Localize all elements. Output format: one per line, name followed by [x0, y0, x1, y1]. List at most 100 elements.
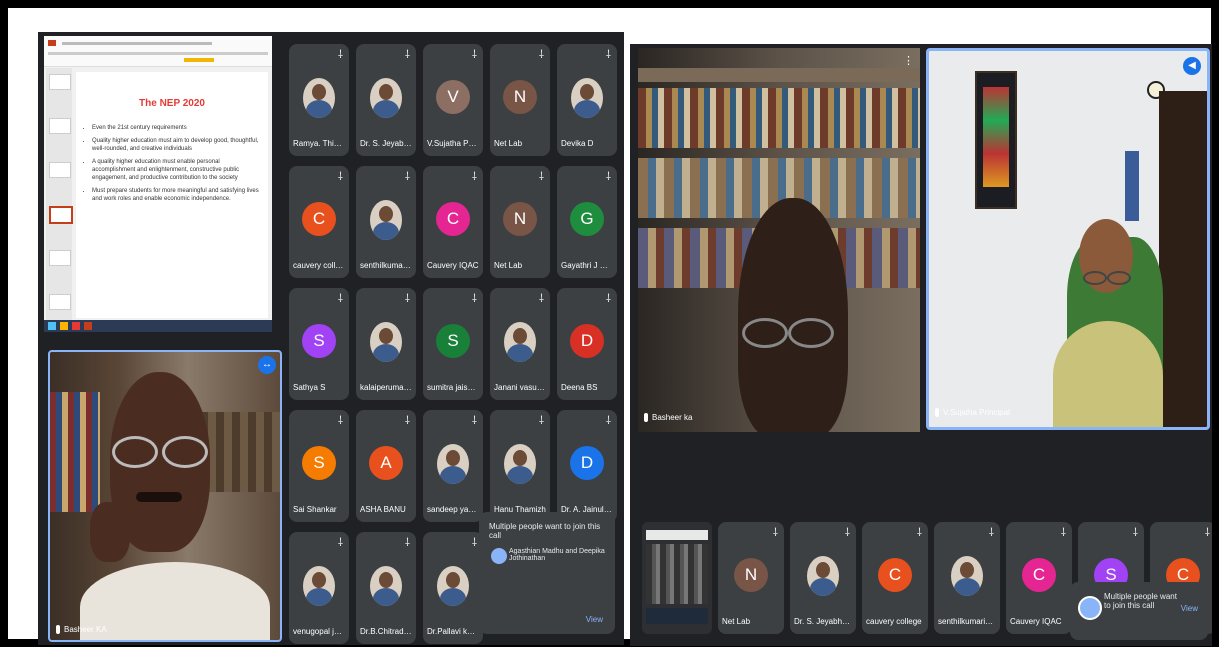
participant-tile[interactable]: ⸸ V V.Sujatha Princip...	[423, 44, 483, 156]
shared-presentation: The NEP 2020 Even the 21st century requi…	[44, 36, 272, 332]
participant-tile[interactable]: ⸸ Dr. S. Jeyabharat...	[356, 44, 416, 156]
main-video-left[interactable]: ⋮ Basheer ka	[638, 48, 920, 432]
participant-tile[interactable]: ⸸ senthilkumaris En...	[934, 522, 1000, 634]
avatar: S	[436, 324, 470, 358]
mic-muted-icon: ⸸	[538, 171, 544, 183]
avatar-photo	[807, 556, 839, 596]
participant-name: ASHA BANU	[360, 505, 406, 514]
main-video-right[interactable]: ◀ V.Sujatha Principal	[926, 48, 1210, 430]
participant-name: Net Lab	[494, 139, 523, 148]
participant-name: V.Sujatha Princip...	[427, 139, 479, 148]
mic-muted-icon: ⸸	[404, 293, 410, 305]
avatar: S	[302, 324, 336, 358]
mic-muted-icon: ⸸	[404, 415, 410, 427]
participant-name: senthilkumaris E...	[360, 261, 412, 270]
participant-tile[interactable]: ⸸ senthilkumaris E...	[356, 166, 416, 278]
pin-icon[interactable]: ◀	[1183, 57, 1201, 75]
participant-name: cauvery college	[293, 261, 345, 270]
participant-name: kalaiperumal se...	[360, 383, 412, 392]
view-button[interactable]: View	[586, 615, 603, 624]
participant-name: Dr. S. Jeyabharathi...	[794, 617, 852, 626]
participant-tile[interactable]: ⸸ Ccauvery college	[289, 166, 349, 278]
participant-name: Deena BS	[561, 383, 598, 392]
avatar-photo	[951, 556, 983, 596]
mic-muted-icon: ⸸	[605, 49, 611, 61]
participant-tile[interactable]: ⸸ Devika D	[557, 44, 617, 156]
mic-muted-icon: ⸸	[1204, 527, 1210, 539]
avatar-photo	[504, 322, 536, 362]
participant-name: Net Lab	[722, 617, 751, 626]
participant-tile[interactable]: ⸸ Dr.Pallavi kunda...	[423, 532, 483, 644]
screen-share-thumbnail[interactable]	[642, 522, 712, 634]
avatar: N	[734, 558, 768, 592]
more-options-icon[interactable]: ⋮	[903, 54, 914, 67]
participant-tile[interactable]: ⸸ S Sathya S	[289, 288, 349, 400]
participant-tile[interactable]: ⸸ N Net Lab	[490, 44, 550, 156]
participant-tile[interactable]: ⸸ Ccauvery college	[862, 522, 928, 634]
mic-muted-icon: ⸸	[337, 293, 343, 305]
participant-tile[interactable]: ⸸ C Cauvery IQAC	[423, 166, 483, 278]
avatar-photo	[571, 78, 603, 118]
active-speaker-video[interactable]: ↔ Basheer KA	[48, 350, 282, 642]
participant-tile[interactable]: ⸸ Dr. S. Jeyabharathi...	[790, 522, 856, 634]
participant-tile[interactable]: ⸸ venugopal janar...	[289, 532, 349, 644]
taskbar	[44, 320, 272, 332]
mic-muted-icon: ⸸	[538, 293, 544, 305]
participant-name: Dr. S. Jeyabharat...	[360, 139, 412, 148]
participant-tile[interactable]: ⸸ G Gayathri J PSGR...	[557, 166, 617, 278]
notification-avatars	[489, 546, 509, 566]
avatar-photo	[303, 566, 335, 606]
view-button[interactable]: View	[1181, 604, 1198, 613]
mic-muted-icon: ⸸	[404, 171, 410, 183]
participant-tile[interactable]: ⸸ C Cauvery IQAC	[1006, 522, 1072, 634]
join-request-notification: Multiple people want to join this call A…	[479, 512, 615, 634]
avatar-photo	[437, 566, 469, 606]
avatar: C	[878, 558, 912, 592]
participant-name: Dr.Pallavi kunda...	[427, 627, 479, 636]
avatar-photo	[370, 566, 402, 606]
participant-tile[interactable]: ⸸DDr. A. Jainulabd...	[557, 410, 617, 522]
join-request-notification: Multiple people want to join this call V…	[1070, 582, 1208, 640]
mic-icon	[56, 625, 60, 634]
avatar-photo	[303, 78, 335, 118]
mic-muted-icon: ⸸	[471, 49, 477, 61]
participant-tile[interactable]: ⸸ A ASHA BANU	[356, 410, 416, 522]
participant-name: Ramya. Thiyagar...	[293, 139, 345, 148]
participant-tile[interactable]: ⸸ Ssumitra jaiswal	[423, 288, 483, 400]
participant-tile[interactable]: ⸸ sandeep yadav	[423, 410, 483, 522]
participant-tile[interactable]: ⸸ Hanu Thamizh	[490, 410, 550, 522]
slide-title: The NEP 2020	[139, 98, 205, 109]
participant-face	[738, 198, 848, 432]
mic-muted-icon: ⸸	[605, 171, 611, 183]
pin-icon[interactable]: ↔	[258, 356, 276, 374]
participant-name: Sathya S	[293, 383, 326, 392]
mic-muted-icon: ⸸	[404, 537, 410, 549]
avatar: G	[570, 202, 604, 236]
participant-name-label: Basheer ka	[652, 413, 693, 422]
mic-muted-icon: ⸸	[471, 171, 477, 183]
participant-tile[interactable]: ⸸ Ramya. Thiyagar...	[289, 44, 349, 156]
avatar: C	[1022, 558, 1056, 592]
participant-tile[interactable]: ⸸ D Deena BS	[557, 288, 617, 400]
participant-tile[interactable]: ⸸ N Net Lab	[718, 522, 784, 634]
current-slide: The NEP 2020 Even the 21st century requi…	[76, 72, 268, 318]
mic-muted-icon: ⸸	[471, 415, 477, 427]
left-meet-window: The NEP 2020 Even the 21st century requi…	[38, 32, 624, 645]
slide-thumbnails[interactable]	[46, 68, 73, 326]
avatar: N	[503, 202, 537, 236]
participant-tile[interactable]: ⸸ S Sai Shankar	[289, 410, 349, 522]
participant-tile[interactable]: ⸸ N Net Lab	[490, 166, 550, 278]
screenshot-frame: The NEP 2020 Even the 21st century requi…	[8, 8, 1212, 646]
participant-tile[interactable]: ⸸ Dr.B.Chitradevi	[356, 532, 416, 644]
avatar: D	[570, 446, 604, 480]
notification-title: Multiple people want to join this call	[489, 522, 601, 540]
mic-muted-icon: ⸸	[605, 415, 611, 427]
participant-tile[interactable]: ⸸ kalaiperumal se...	[356, 288, 416, 400]
participant-tile[interactable]: ⸸ Janani vasudevan	[490, 288, 550, 400]
participant-name-label: V.Sujatha Principal	[943, 408, 1010, 417]
slide-bullets: Even the 21st century requirements Quali…	[82, 124, 260, 203]
mic-muted-icon: ⸸	[337, 171, 343, 183]
avatar: C	[302, 202, 336, 236]
notification-avatars	[1078, 596, 1102, 620]
participant-name: Cauvery IQAC	[1010, 617, 1062, 626]
